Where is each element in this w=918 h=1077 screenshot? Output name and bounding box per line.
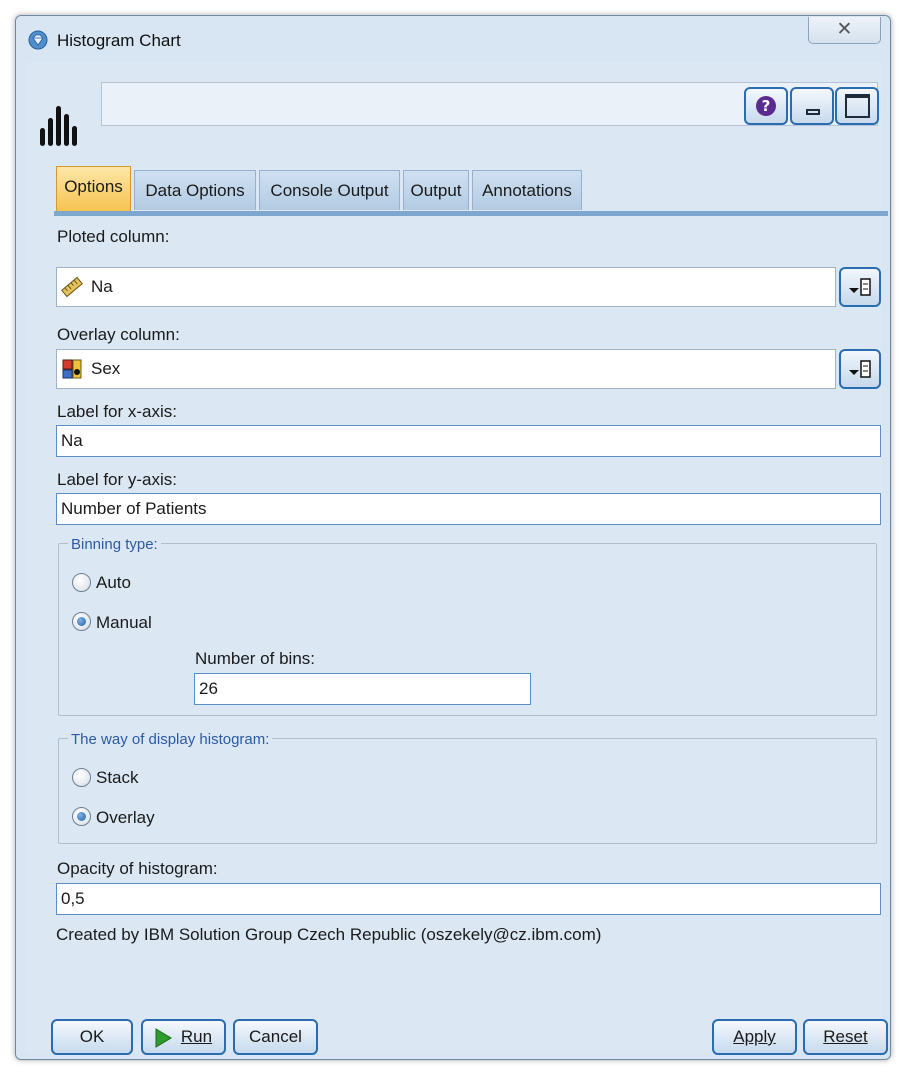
display-stack-label: Stack (96, 768, 139, 787)
tab-output[interactable]: Output (403, 170, 469, 210)
play-icon (155, 1028, 172, 1048)
x-axis-label-caption: Label for x-axis: (57, 402, 177, 421)
plotted-column-label: Ploted column: (57, 227, 170, 246)
overlay-column-label: Overlay column: (57, 325, 180, 344)
tab-underline (54, 211, 888, 216)
cancel-button[interactable]: Cancel (233, 1019, 318, 1055)
histogram-dialog: Histogram Chart ✕ ? Options Data Options… (15, 15, 891, 1060)
binning-auto-radio[interactable] (72, 573, 91, 592)
ruler-icon (61, 276, 83, 298)
binning-manual-label: Manual (96, 613, 152, 632)
number-of-bins-label: Number of bins: (195, 649, 315, 668)
display-overlay-label: Overlay (96, 808, 155, 827)
plotted-column-select[interactable]: Na (56, 267, 836, 307)
binning-manual-radio[interactable] (72, 612, 91, 631)
y-axis-label-caption: Label for y-axis: (57, 470, 177, 489)
display-way-title: The way of display histogram: (68, 731, 273, 748)
run-button[interactable]: Run (141, 1019, 226, 1055)
y-axis-label-input[interactable]: Number of Patients (56, 493, 881, 525)
binning-type-title: Binning type: (68, 536, 161, 553)
set-icon (62, 359, 82, 379)
minimize-icon (806, 109, 820, 115)
maximize-button[interactable] (835, 87, 879, 125)
display-way-group (58, 738, 877, 844)
opacity-input[interactable]: 0,5 (56, 883, 881, 915)
reset-button[interactable]: Reset (803, 1019, 888, 1055)
tab-data-options[interactable]: Data Options (134, 170, 256, 210)
dialog-client-area: ? Options Data Options Console Output Ou… (26, 62, 888, 1055)
close-button[interactable]: ✕ (808, 17, 881, 44)
ok-button[interactable]: OK (51, 1019, 133, 1055)
histogram-node-icon (40, 106, 77, 146)
title-bar: Histogram Chart ✕ (16, 16, 890, 62)
apply-button[interactable]: Apply (712, 1019, 797, 1055)
apply-button-label: Apply (733, 1027, 776, 1046)
plotted-column-value: Na (91, 277, 113, 296)
number-of-bins-input[interactable]: 26 (194, 673, 531, 705)
field-picker-icon (849, 278, 871, 296)
run-button-label: Run (180, 1027, 213, 1046)
display-overlay-radio[interactable] (72, 807, 91, 826)
reset-button-label: Reset (823, 1027, 868, 1046)
tab-console-output[interactable]: Console Output (259, 170, 400, 210)
tab-annotations[interactable]: Annotations (472, 170, 582, 210)
window-title: Histogram Chart (57, 31, 181, 50)
plotted-column-picker-button[interactable] (839, 267, 881, 307)
help-button[interactable]: ? (744, 87, 788, 125)
diamond-app-icon (28, 30, 48, 50)
x-axis-label-input[interactable]: Na (56, 425, 881, 457)
binning-auto-label: Auto (96, 573, 131, 592)
minimize-button[interactable] (790, 87, 834, 125)
tab-options[interactable]: Options (56, 166, 131, 212)
field-picker-icon (849, 360, 871, 378)
display-stack-radio[interactable] (72, 768, 91, 787)
credit-text: Created by IBM Solution Group Czech Repu… (56, 925, 602, 944)
opacity-label: Opacity of histogram: (57, 859, 218, 878)
tab-bar: Options Data Options Console Output Outp… (56, 166, 886, 214)
close-icon: ✕ (836, 19, 853, 40)
help-icon: ? (756, 96, 776, 116)
maximize-icon (845, 94, 870, 118)
overlay-column-select[interactable]: Sex (56, 349, 836, 389)
overlay-column-picker-button[interactable] (839, 349, 881, 389)
overlay-column-value: Sex (91, 359, 121, 378)
